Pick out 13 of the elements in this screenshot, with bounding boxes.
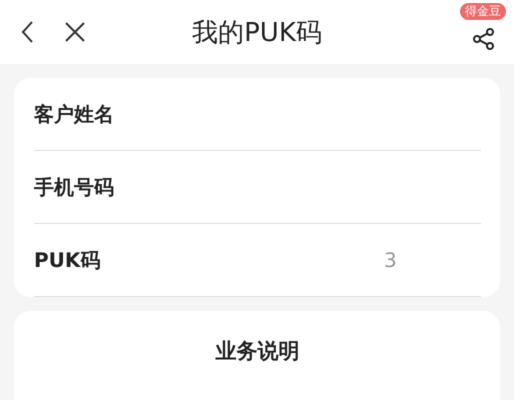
share-button[interactable]	[472, 27, 496, 51]
back-button[interactable]	[20, 20, 34, 44]
field-value: 3	[384, 248, 397, 272]
close-icon	[64, 21, 86, 43]
notice-title: 业务说明	[214, 338, 300, 365]
field-label: 客户姓名	[34, 100, 115, 128]
field-label: 手机号码	[34, 174, 115, 200]
close-button[interactable]	[64, 21, 86, 43]
back-icon	[20, 20, 34, 44]
page-title: 我的PUK码	[192, 16, 322, 50]
share-icon	[472, 27, 496, 51]
reward-badge: 得金豆	[460, 3, 506, 20]
field-label: PUK码	[34, 246, 102, 274]
